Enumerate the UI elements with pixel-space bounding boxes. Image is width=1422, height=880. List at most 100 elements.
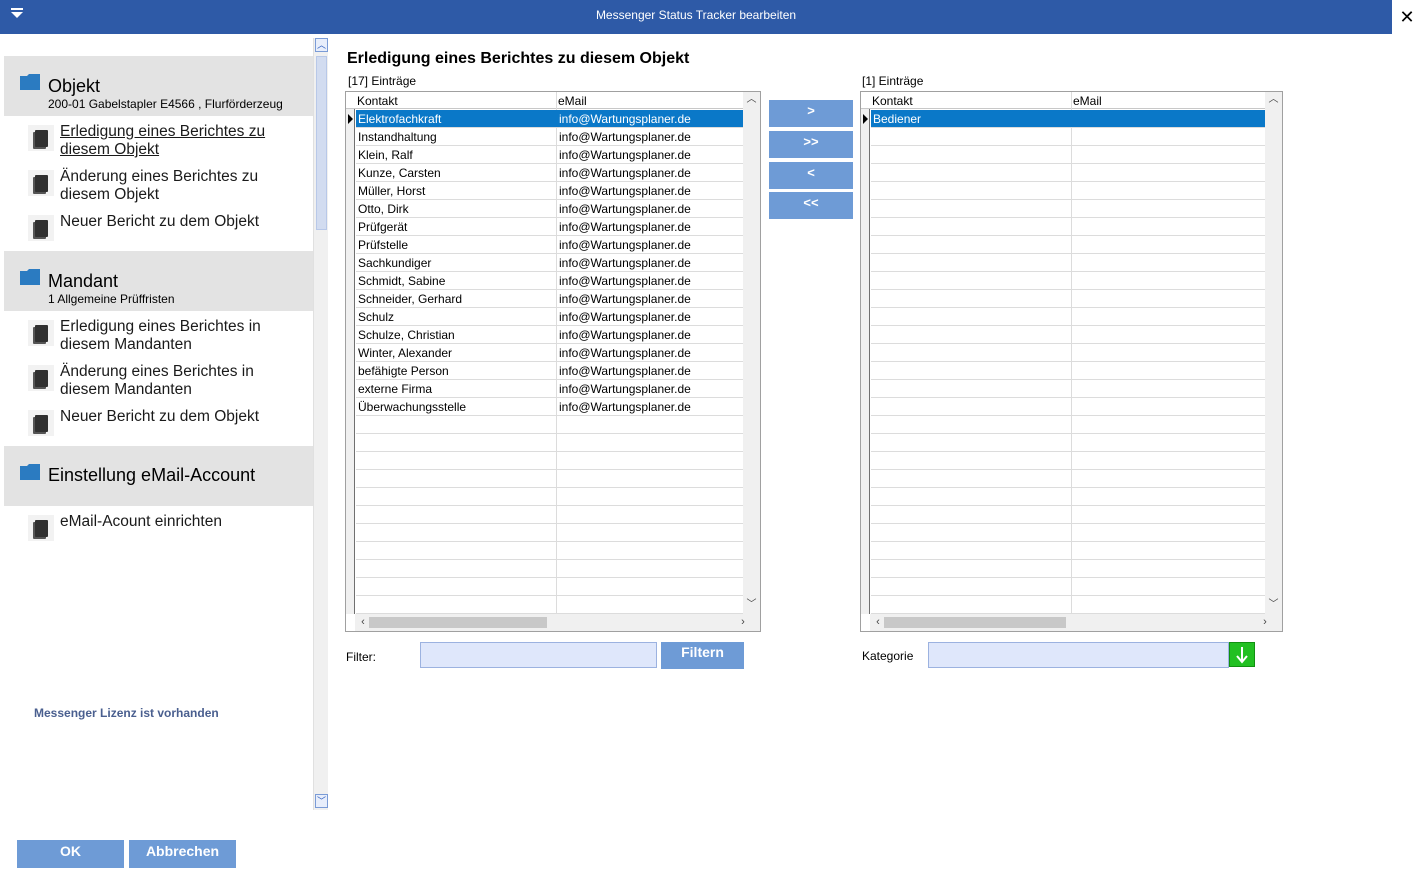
table-row[interactable]	[356, 416, 743, 434]
scroll-up-icon[interactable]: ︿	[1265, 92, 1282, 108]
table-row[interactable]	[871, 182, 1265, 200]
table-row[interactable]	[871, 128, 1265, 146]
table-row[interactable]	[871, 362, 1265, 380]
table-row[interactable]	[871, 524, 1265, 542]
table-row[interactable]	[871, 542, 1265, 560]
close-button[interactable]: ✕	[1392, 0, 1422, 34]
table-row[interactable]	[871, 380, 1265, 398]
table-row[interactable]: Klein, Ralf info@Wartungsplaner.de	[356, 146, 743, 164]
vertical-scrollbar[interactable]: ︿ ﹀	[743, 92, 760, 614]
horizontal-scrollbar[interactable]: ‹ ›	[870, 614, 1282, 631]
move-selected-left-button[interactable]: <	[769, 162, 853, 189]
scroll-right-icon[interactable]: ›	[735, 614, 751, 631]
column-header-email[interactable]: eMail	[558, 94, 587, 108]
scroll-up-icon[interactable]: ︿	[315, 38, 328, 52]
table-row[interactable]	[871, 164, 1265, 182]
table-row[interactable]	[871, 416, 1265, 434]
nav-scrollbar[interactable]: ︿ ﹀	[313, 38, 328, 810]
table-row[interactable]	[871, 452, 1265, 470]
cancel-button[interactable]: Abbrechen	[129, 840, 236, 868]
table-row[interactable]: Elektrofachkraft info@Wartungsplaner.de	[348, 110, 743, 128]
table-row[interactable]: Otto, Dirk info@Wartungsplaner.de	[356, 200, 743, 218]
category-input[interactable]	[928, 642, 1229, 668]
scroll-right-icon[interactable]: ›	[1257, 614, 1273, 631]
table-row[interactable]	[871, 344, 1265, 362]
table-row[interactable]	[356, 452, 743, 470]
cell-email: info@Wartungsplaner.de	[559, 382, 691, 396]
move-all-left-button[interactable]: <<	[769, 192, 853, 219]
table-row[interactable]: Instandhaltung info@Wartungsplaner.de	[356, 128, 743, 146]
scrollbar-thumb[interactable]	[316, 56, 327, 230]
table-row[interactable]: Schulz info@Wartungsplaner.de	[356, 308, 743, 326]
table-row[interactable]: Schneider, Gerhard info@Wartungsplaner.de	[356, 290, 743, 308]
table-row[interactable]	[871, 560, 1265, 578]
table-row[interactable]	[356, 506, 743, 524]
table-row[interactable]	[871, 488, 1265, 506]
filter-input[interactable]	[420, 642, 657, 668]
filter-button[interactable]: Filtern	[661, 642, 744, 669]
table-row[interactable]	[356, 578, 743, 596]
table-row[interactable]: Kunze, Carsten info@Wartungsplaner.de	[356, 164, 743, 182]
table-row[interactable]	[356, 488, 743, 506]
table-row[interactable]	[871, 272, 1265, 290]
table-row[interactable]	[871, 470, 1265, 488]
table-row[interactable]	[356, 470, 743, 488]
table-row[interactable]: Müller, Horst info@Wartungsplaner.de	[356, 182, 743, 200]
table-row[interactable]: befähigte Person info@Wartungsplaner.de	[356, 362, 743, 380]
folder-icon	[20, 74, 40, 90]
table-row[interactable]: externe Firma info@Wartungsplaner.de	[356, 380, 743, 398]
nav-section-email-account[interactable]: Einstellung eMail-Account	[4, 446, 313, 506]
scroll-down-icon[interactable]: ﹀	[743, 597, 760, 613]
table-row[interactable]: Prüfgerät info@Wartungsplaner.de	[356, 218, 743, 236]
table-row[interactable]	[871, 146, 1265, 164]
table-row[interactable]: Bediener	[863, 110, 1265, 128]
cell-kontakt: Kunze, Carsten	[358, 166, 441, 180]
cell-email: info@Wartungsplaner.de	[559, 184, 691, 198]
table-row[interactable]: Schulze, Christian info@Wartungsplaner.de	[356, 326, 743, 344]
table-row[interactable]	[871, 398, 1265, 416]
column-header-kontakt[interactable]: Kontakt	[357, 94, 398, 108]
column-header-email[interactable]: eMail	[1073, 94, 1102, 108]
row-pointer-icon	[863, 114, 868, 124]
cell-kontakt: Schmidt, Sabine	[358, 274, 446, 288]
vertical-scrollbar[interactable]: ︿ ﹀	[1265, 92, 1282, 614]
table-row[interactable]	[871, 200, 1265, 218]
table-row[interactable]	[356, 560, 743, 578]
table-row[interactable]	[871, 254, 1265, 272]
table-row[interactable]	[871, 236, 1265, 254]
table-row[interactable]: Schmidt, Sabine info@Wartungsplaner.de	[356, 272, 743, 290]
nav-item-label: Erledigung eines Berichtes zu diesem Obj…	[60, 123, 266, 158]
table-row[interactable]	[871, 218, 1265, 236]
table-row[interactable]	[356, 596, 743, 614]
table-row[interactable]	[871, 290, 1265, 308]
table-row[interactable]: Sachkundiger info@Wartungsplaner.de	[356, 254, 743, 272]
scroll-down-icon[interactable]: ﹀	[1265, 597, 1282, 613]
horizontal-scrollbar[interactable]: ‹ ›	[355, 614, 760, 631]
table-row[interactable]	[356, 542, 743, 560]
table-row[interactable]	[871, 308, 1265, 326]
cell-email: info@Wartungsplaner.de	[559, 238, 691, 252]
cell-email: info@Wartungsplaner.de	[559, 292, 691, 306]
nav-section-objekt[interactable]: Objekt 200-01 Gabelstapler E4566 , Flurf…	[4, 56, 313, 116]
scrollbar-thumb[interactable]	[369, 617, 547, 628]
column-header-kontakt[interactable]: Kontakt	[872, 94, 913, 108]
ok-button[interactable]: OK	[17, 840, 124, 868]
table-row[interactable]	[871, 596, 1265, 614]
move-selected-right-button[interactable]: >	[769, 100, 853, 127]
scroll-up-icon[interactable]: ︿	[743, 92, 760, 108]
scroll-down-icon[interactable]: ﹀	[315, 794, 328, 808]
category-dropdown-button[interactable]	[1229, 642, 1255, 667]
table-row[interactable]	[871, 506, 1265, 524]
move-all-right-button[interactable]: >>	[769, 131, 853, 158]
table-row[interactable]	[356, 434, 743, 452]
table-row[interactable]	[356, 524, 743, 542]
table-row[interactable]	[871, 578, 1265, 596]
table-row[interactable]	[871, 434, 1265, 452]
table-row[interactable]: Prüfstelle info@Wartungsplaner.de	[356, 236, 743, 254]
table-row[interactable]: Überwachungsstelle info@Wartungsplaner.de	[356, 398, 743, 416]
table-row[interactable]: Winter, Alexander info@Wartungsplaner.de	[356, 344, 743, 362]
cell-kontakt: Otto, Dirk	[358, 202, 409, 216]
scrollbar-thumb[interactable]	[884, 617, 1066, 628]
nav-section-mandant[interactable]: Mandant 1 Allgemeine Prüffristen	[4, 251, 313, 311]
table-row[interactable]	[871, 326, 1265, 344]
